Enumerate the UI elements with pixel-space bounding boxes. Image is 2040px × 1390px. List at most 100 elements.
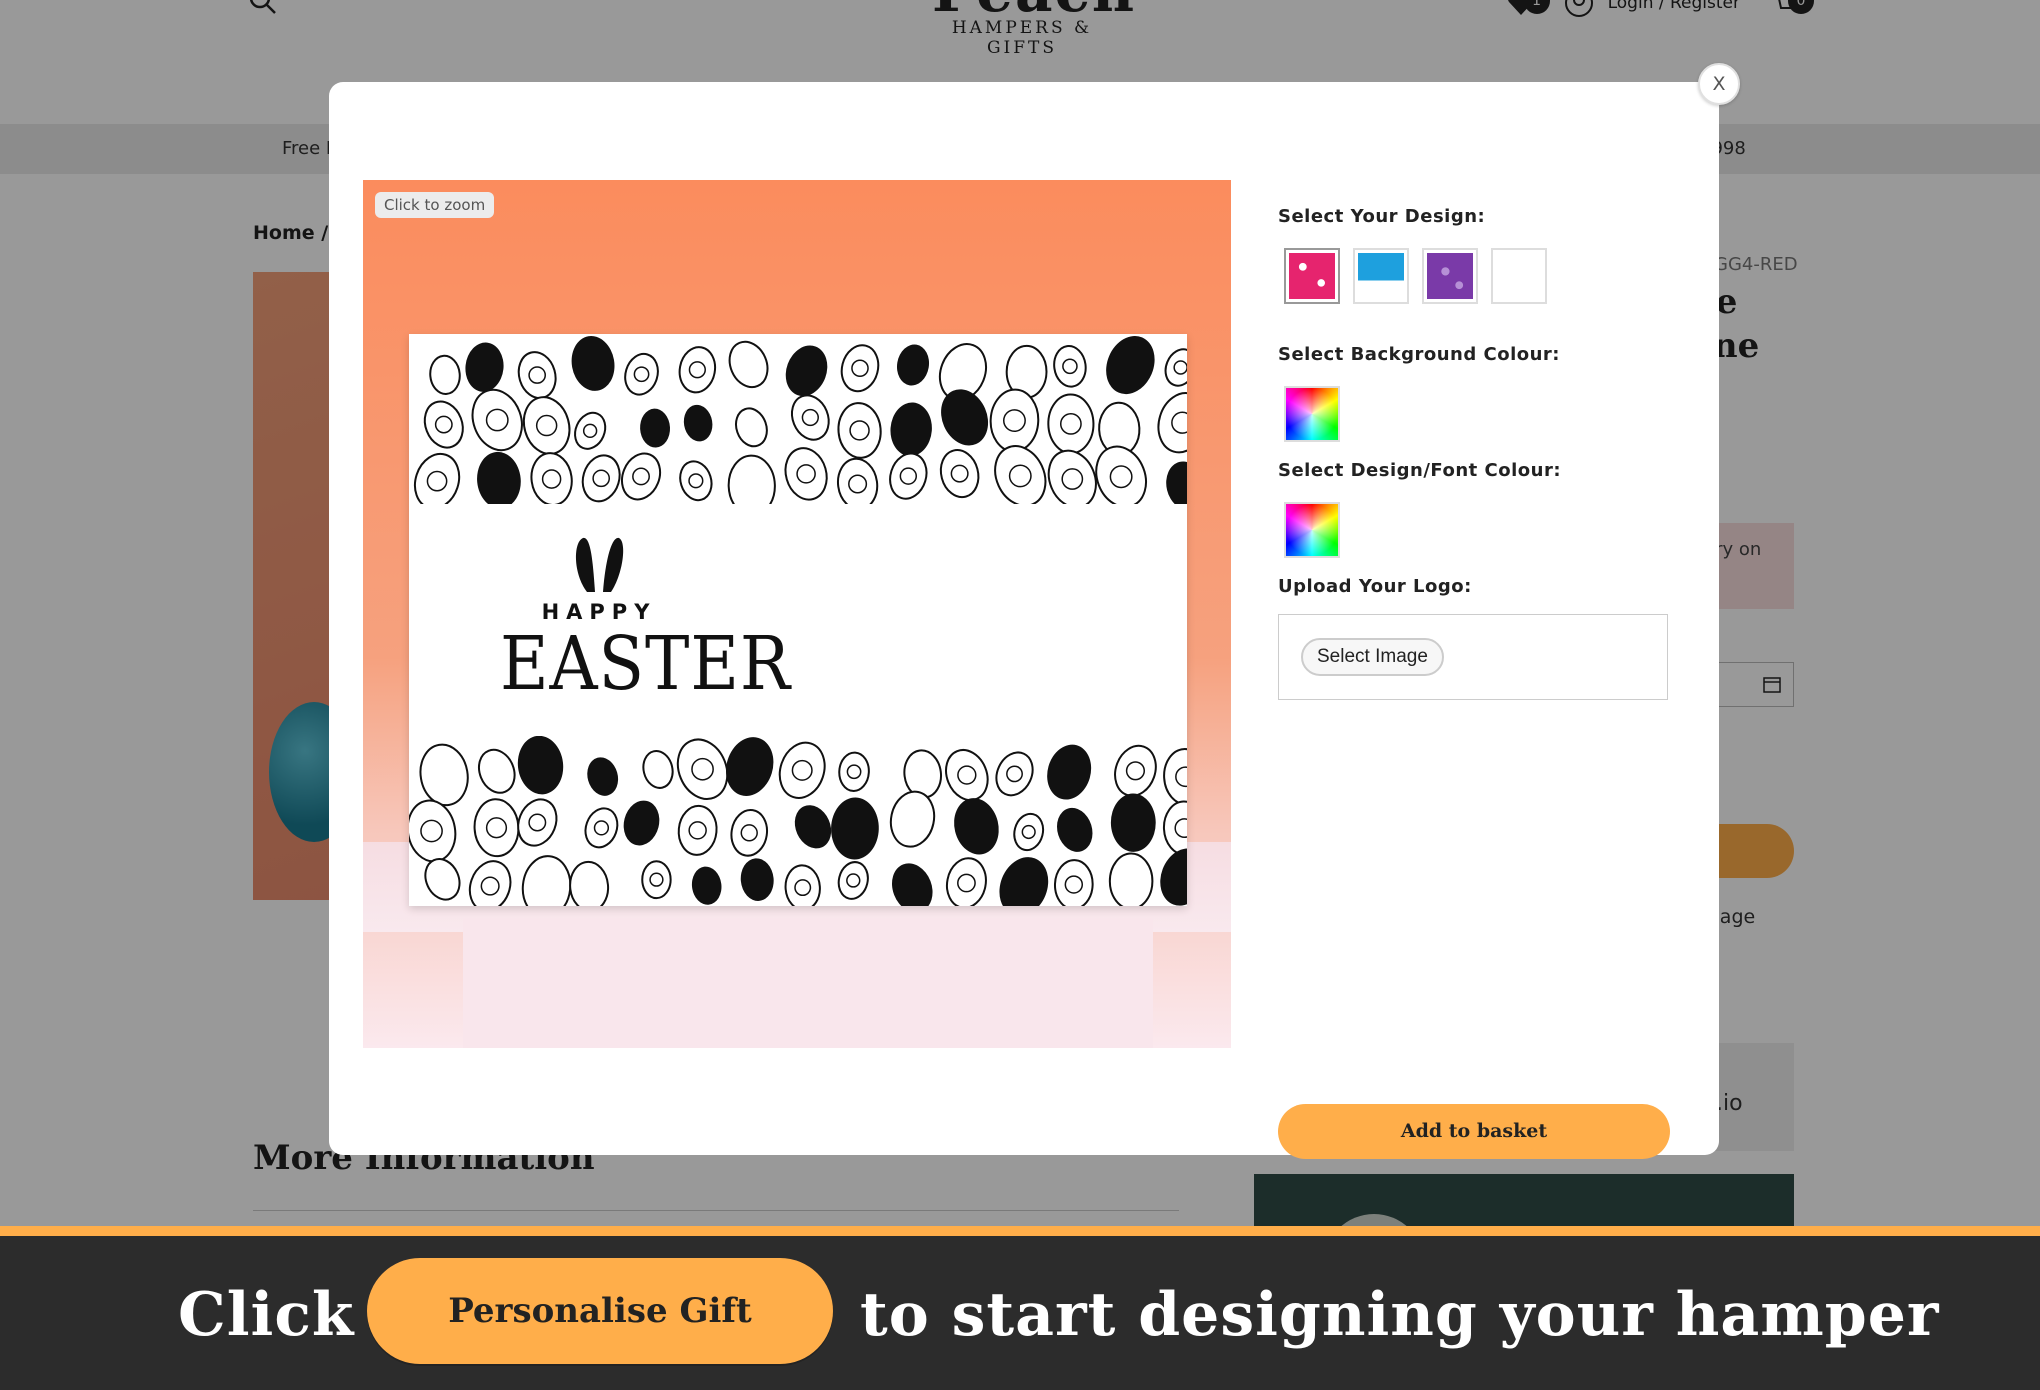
egg-decoration — [522, 396, 571, 455]
egg-decoration — [838, 751, 870, 792]
select-design-label: Select Your Design: — [1278, 206, 1486, 227]
egg-decoration — [989, 388, 1040, 453]
egg-decoration — [889, 452, 928, 500]
design-preview[interactable]: HAPPY EASTER Click to zoom — [363, 180, 1231, 1048]
plain-white-thumb — [1496, 253, 1542, 299]
font-colour-picker[interactable] — [1284, 502, 1340, 558]
background-colour-label: Select Background Colour: — [1278, 344, 1561, 365]
egg-decoration — [1166, 461, 1187, 504]
egg-decoration — [581, 454, 621, 503]
egg-decoration — [574, 411, 607, 450]
egg-decoration — [477, 451, 521, 504]
egg-decoration — [994, 445, 1047, 504]
egg-decoration — [837, 402, 882, 459]
egg-decoration — [409, 799, 457, 863]
egg-decoration — [517, 351, 557, 400]
egg-decoration — [1157, 392, 1187, 454]
egg-decoration — [423, 400, 464, 449]
egg-decoration — [429, 354, 461, 395]
egg-decoration — [679, 460, 713, 502]
egg-decoration — [837, 861, 869, 900]
egg-decoration — [465, 342, 504, 392]
personalise-gift-button[interactable]: Personalise Gift — [367, 1258, 833, 1364]
egg-pattern-bottom — [409, 736, 1187, 906]
egg-decoration — [889, 790, 936, 848]
egg-decoration — [995, 751, 1034, 797]
egg-decoration — [641, 860, 672, 900]
egg-decoration — [778, 741, 826, 799]
design-swatch-plain-white[interactable] — [1491, 248, 1547, 304]
egg-decoration — [1095, 445, 1147, 504]
egg-decoration — [473, 798, 520, 858]
egg-decoration — [740, 858, 774, 901]
pink-eggs-thumb — [1289, 253, 1335, 299]
upload-logo-label: Upload Your Logo: — [1278, 576, 1472, 597]
purple-swirl-thumb — [1427, 253, 1473, 299]
egg-decoration — [683, 404, 713, 442]
egg-decoration — [728, 340, 769, 389]
egg-decoration — [517, 798, 558, 847]
egg-decoration — [941, 389, 989, 446]
egg-decoration — [419, 743, 469, 807]
egg-decoration — [569, 860, 610, 906]
personalise-banner: Click Personalise Gift to start designin… — [0, 1226, 2040, 1390]
banner-rest-text: to start designing your hamper — [860, 1280, 1940, 1350]
egg-decoration — [896, 344, 930, 386]
egg-decoration — [1047, 393, 1095, 455]
egg-decoration — [890, 402, 932, 457]
logo-upload-box: Select Image — [1278, 614, 1668, 700]
egg-decoration — [468, 860, 512, 906]
pedestal — [463, 918, 1153, 1048]
egg-decoration — [640, 408, 671, 448]
egg-decoration — [831, 797, 879, 860]
egg-decoration — [478, 748, 516, 794]
egg-decoration — [945, 857, 987, 906]
background-colour-picker[interactable] — [1284, 386, 1340, 442]
egg-decoration — [1110, 793, 1156, 852]
egg-decoration — [840, 344, 880, 393]
egg-decoration — [836, 457, 879, 504]
egg-decoration — [678, 346, 717, 394]
egg-decoration — [1053, 859, 1094, 906]
design-swatch-pink-eggs[interactable] — [1284, 248, 1340, 304]
egg-decoration — [1106, 335, 1155, 395]
egg-decoration — [424, 858, 461, 901]
egg-decoration — [642, 750, 674, 789]
egg-decoration — [735, 407, 768, 448]
egg-decoration — [677, 804, 718, 856]
egg-decoration — [939, 449, 980, 499]
blue-bunnies-thumb — [1358, 253, 1404, 299]
egg-decoration — [726, 737, 774, 796]
egg-pattern-top — [413, 335, 1187, 504]
egg-decoration — [413, 452, 461, 504]
egg-decoration — [785, 345, 828, 397]
close-modal-button[interactable]: X — [1698, 63, 1740, 105]
egg-decoration — [621, 452, 662, 501]
design-swatches — [1284, 248, 1547, 304]
click-to-zoom-tag[interactable]: Click to zoom — [375, 192, 495, 218]
design-swatch-purple-swirl[interactable] — [1422, 248, 1478, 304]
egg-decoration — [1114, 744, 1157, 797]
egg-decoration — [624, 352, 659, 396]
egg-decoration — [571, 336, 615, 391]
egg-decoration — [1047, 744, 1092, 800]
egg-decoration — [945, 749, 989, 802]
egg-decoration — [730, 809, 769, 857]
egg-decoration — [790, 394, 830, 441]
hamper-box-preview: HAPPY EASTER — [409, 334, 1187, 906]
egg-decoration — [676, 738, 729, 800]
select-image-button[interactable]: Select Image — [1301, 638, 1444, 676]
egg-decoration — [517, 736, 564, 795]
egg-decoration — [1108, 852, 1154, 906]
egg-decoration — [691, 866, 722, 905]
design-swatch-blue-bunnies[interactable] — [1353, 248, 1409, 304]
egg-decoration — [1013, 812, 1045, 852]
egg-decoration — [892, 863, 933, 906]
egg-decoration — [784, 447, 828, 501]
add-to-basket-button[interactable]: Add to basket — [1278, 1104, 1670, 1159]
egg-decoration — [794, 805, 832, 849]
egg-decoration — [521, 855, 572, 906]
font-colour-label: Select Design/Font Colour: — [1278, 460, 1562, 481]
egg-decoration — [471, 388, 523, 452]
egg-decoration — [999, 857, 1049, 906]
